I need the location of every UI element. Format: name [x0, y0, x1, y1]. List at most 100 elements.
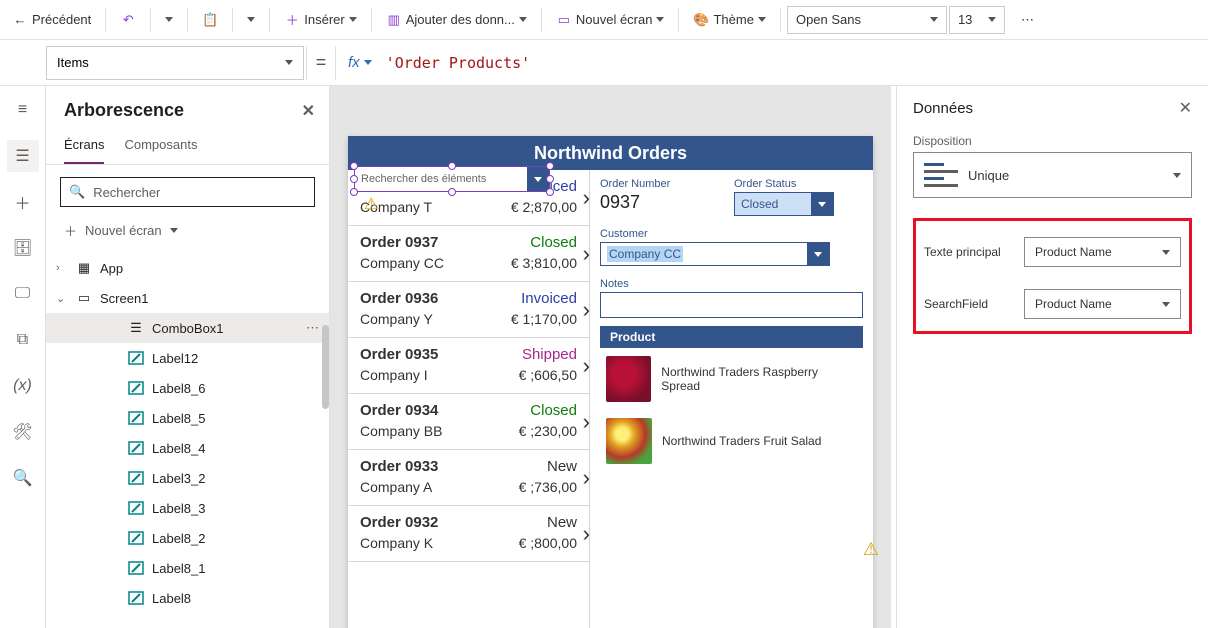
theme-button[interactable]: 🎨 Thème: [685, 0, 773, 39]
chevron-right-icon: ›: [583, 353, 590, 379]
search-rail-button[interactable]: 🔍: [7, 462, 39, 494]
tab-screens[interactable]: Écrans: [64, 129, 104, 164]
new-screen-button[interactable]: ▭ Nouvel écran: [548, 0, 673, 39]
tree-label: Label8_2: [152, 531, 206, 546]
insert-button[interactable]: ＋ Insérer: [276, 0, 364, 39]
tree-view-button[interactable]: ☰: [7, 140, 39, 172]
order-list-item[interactable]: Order 0932NewCompany K€ ;800,00›: [348, 506, 589, 562]
insert-rail-button[interactable]: ＋: [7, 186, 39, 218]
tree-node-app[interactable]: › ▦ App: [46, 253, 329, 283]
advanced-tools-button[interactable]: 🛠: [7, 416, 39, 448]
order-price: € ;736,00: [519, 479, 577, 495]
combobox-selection[interactable]: Rechercher des éléments: [354, 166, 550, 192]
fx-label[interactable]: fx: [338, 54, 382, 71]
more-icon: ⋯: [1021, 12, 1034, 28]
order-company: Company Y: [360, 311, 433, 327]
separator: [678, 8, 679, 32]
order-list-item[interactable]: Order 0936InvoicedCompany Y€ 1;170,00›: [348, 282, 589, 338]
font-size-dropdown[interactable]: 13: [949, 6, 1005, 34]
order-status-dropdown[interactable]: Closed: [734, 192, 834, 216]
tree-node-label3-2[interactable]: Label3_2: [46, 463, 329, 493]
order-status: Shipped: [522, 346, 577, 363]
tree-node-label8-5[interactable]: Label8_5: [46, 403, 329, 433]
data-pane-close-button[interactable]: ✕: [1179, 98, 1192, 118]
formula-text[interactable]: 'Order Products': [382, 54, 531, 72]
resize-handle[interactable]: [448, 162, 456, 170]
customer-dropdown[interactable]: Company CC: [600, 242, 830, 266]
resize-handle[interactable]: [546, 188, 554, 196]
paste-button[interactable]: 📋: [194, 0, 226, 39]
searchfield-value: Product Name: [1035, 297, 1112, 311]
expand-icon[interactable]: ›: [56, 262, 68, 274]
media-rail-button[interactable]: 🖵: [7, 278, 39, 310]
tree-node-label8-4[interactable]: Label8_4: [46, 433, 329, 463]
chevron-right-icon: ›: [583, 185, 590, 211]
layers-icon: ☰: [15, 146, 29, 166]
tree-node-combobox1[interactable]: ☰ ComboBox1 ⋯: [46, 313, 329, 343]
resize-handle[interactable]: [350, 162, 358, 170]
undo-split-button[interactable]: [157, 0, 181, 39]
tree-node-label8-6[interactable]: Label8_6: [46, 373, 329, 403]
warning-icon[interactable]: ⚠: [364, 194, 378, 214]
back-button[interactable]: ← Précédent: [4, 0, 99, 39]
tree-search-input[interactable]: 🔍 Rechercher: [60, 177, 315, 207]
data-rail-button[interactable]: 🗄: [7, 232, 39, 264]
resize-handle[interactable]: [448, 188, 456, 196]
order-list-item[interactable]: Order 0935ShippedCompany I€ ;606,50›: [348, 338, 589, 394]
separator: [541, 8, 542, 32]
order-list-item[interactable]: Order 0937ClosedCompany CC€ 3;810,00›: [348, 226, 589, 282]
collapse-icon[interactable]: ⌄: [56, 292, 68, 305]
warning-icon[interactable]: ⚠: [863, 539, 879, 560]
add-data-button[interactable]: ▥ Ajouter des donn...: [378, 0, 535, 39]
tree-close-button[interactable]: ✕: [302, 101, 315, 121]
paste-split-button[interactable]: [239, 0, 263, 39]
chevron-down-icon: [1162, 250, 1170, 255]
tree-new-screen-button[interactable]: ＋ Nouvel écran: [60, 215, 315, 245]
tree-label: Label12: [152, 351, 198, 366]
searchfield-dropdown[interactable]: Product Name: [1024, 289, 1181, 319]
tree-node-label8-3[interactable]: Label8_3: [46, 493, 329, 523]
tree-node-label12[interactable]: Label12: [46, 343, 329, 373]
order-list-item[interactable]: Order 0934ClosedCompany BB€ ;230,00›: [348, 394, 589, 450]
property-value: Items: [57, 55, 89, 70]
resize-handle[interactable]: [350, 188, 358, 196]
power-automate-button[interactable]: ⧉: [7, 324, 39, 356]
customer-value: Company CC: [607, 246, 683, 262]
font-name-dropdown[interactable]: Open Sans: [787, 6, 947, 34]
resize-handle[interactable]: [546, 175, 554, 183]
chevron-right-icon: ›: [583, 521, 590, 547]
tab-components[interactable]: Composants: [124, 129, 197, 164]
overflow-button[interactable]: ⋯: [1013, 0, 1042, 39]
notes-input[interactable]: [600, 292, 863, 318]
variable-icon: (x): [13, 377, 32, 395]
resize-handle[interactable]: [350, 175, 358, 183]
chevron-down-icon: [1173, 173, 1181, 178]
font-name-value: Open Sans: [796, 12, 861, 27]
tree-label: Label3_2: [152, 471, 206, 486]
tree-node-label8-1[interactable]: Label8_1: [46, 553, 329, 583]
undo-button[interactable]: ↶: [112, 0, 144, 39]
order-company: Company K: [360, 535, 433, 551]
resize-handle[interactable]: [546, 162, 554, 170]
variables-button[interactable]: (x): [7, 370, 39, 402]
orders-gallery[interactable]: Order 0938⌄ InvoicedCompany T€ 2;870,00›…: [348, 170, 590, 628]
separator: [187, 8, 188, 32]
property-dropdown[interactable]: Items: [46, 46, 304, 80]
layout-dropdown[interactable]: Unique: [913, 152, 1192, 198]
product-header: Product: [600, 326, 863, 348]
scrollbar-thumb[interactable]: [322, 325, 329, 409]
tree-node-label8[interactable]: Label8: [46, 583, 329, 613]
product-row[interactable]: Northwind Traders Raspberry Spread: [600, 348, 863, 410]
tree-view-pane: Arborescence ✕ Écrans Composants 🔍 Reche…: [46, 86, 330, 628]
hamburger-icon: ≡: [18, 101, 27, 119]
product-row[interactable]: Northwind Traders Fruit Salad: [600, 410, 863, 472]
chevron-down-icon: [170, 228, 178, 233]
product-thumb-icon: [606, 356, 651, 402]
tree-node-label8-2[interactable]: Label8_2: [46, 523, 329, 553]
order-list-item[interactable]: Order 0933NewCompany A€ ;736,00›: [348, 450, 589, 506]
order-status-label: Order Status: [734, 178, 863, 190]
primary-text-dropdown[interactable]: Product Name: [1024, 237, 1181, 267]
tree-label: Label8_6: [152, 381, 206, 396]
tree-node-screen1[interactable]: ⌄ ▭ Screen1: [46, 283, 329, 313]
hamburger-button[interactable]: ≡: [7, 94, 39, 126]
